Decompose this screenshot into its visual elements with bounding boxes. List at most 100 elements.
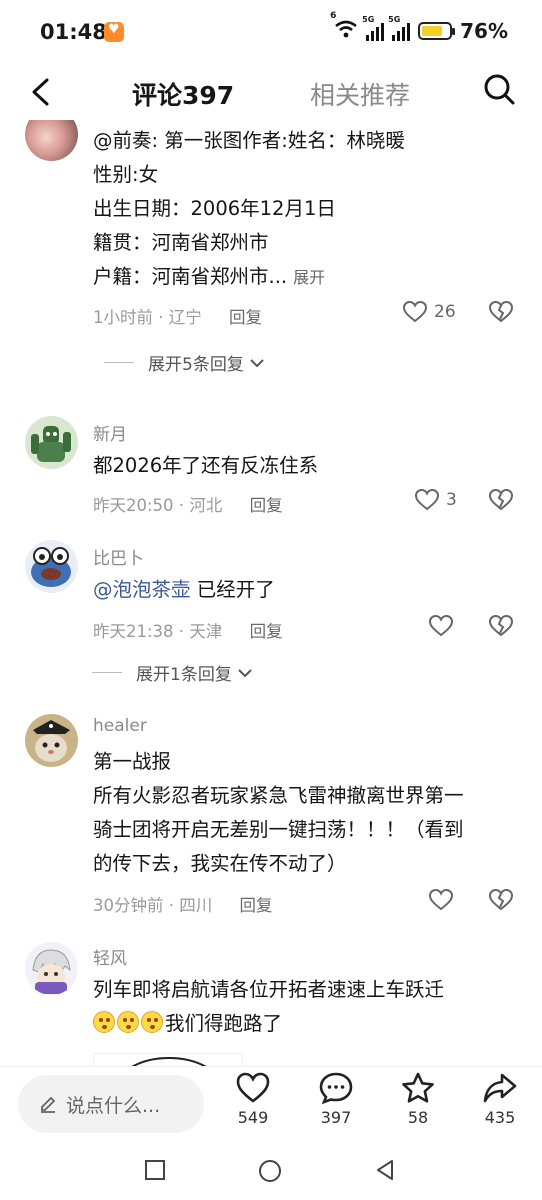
like-post-button[interactable]: 549 (223, 1071, 283, 1127)
star-icon (402, 1072, 434, 1103)
avatar-image (32, 949, 71, 994)
status-indicators: 6 5G 5G 76% (330, 11, 508, 43)
search-button[interactable] (480, 70, 520, 110)
recents-button[interactable] (144, 1159, 166, 1185)
comment-text: 第一战报 所有火影忍者玩家紧急飞雷神撤离世界第一 骑士团将开启无差别一键扫荡！！… (93, 745, 522, 881)
comment-input[interactable]: 说点什么... (18, 1075, 204, 1133)
heart-icon (414, 488, 440, 511)
search-icon (484, 74, 515, 105)
system-navigation-bar (0, 1142, 542, 1200)
tab-comments[interactable]: 评论397 (132, 76, 234, 112)
expand-replies-label: 展开1条回复 (136, 665, 232, 685)
comment-image[interactable] (93, 1053, 243, 1066)
comment-line: 我们得跑路了 (165, 1012, 283, 1035)
pencil-icon (41, 1096, 56, 1113)
flushed-emoji-icon (93, 1011, 115, 1033)
flushed-emoji-icon (141, 1011, 163, 1033)
comment-line: @前奏: 第一张图作者:姓名：林晓暖 (93, 129, 405, 152)
comment-line: 的传下去，我实在传不动了） (93, 852, 347, 875)
tab-related[interactable]: 相关推荐 (310, 76, 410, 112)
comment-item: 比巴卜 @泡泡茶壶 已经开了 昨天21:38 · 天津 回复 展开1条回复 (0, 538, 542, 708)
avatar-image (33, 720, 70, 762)
expand-text-button[interactable]: 展开 (293, 268, 325, 287)
avatar[interactable] (25, 120, 78, 161)
broken-heart-icon (488, 888, 514, 911)
home-button[interactable] (258, 1159, 282, 1187)
avatar[interactable] (25, 540, 78, 593)
reply-button[interactable]: 回复 (250, 496, 283, 515)
dislike-button[interactable] (488, 488, 514, 516)
comment-location: 四川 (179, 896, 213, 915)
comment-meta: 昨天21:38 · 天津 回复 (93, 622, 283, 641)
like-button[interactable]: 26 (402, 300, 456, 324)
comment-location: 河北 (189, 496, 223, 515)
broken-heart-icon (488, 300, 514, 323)
comment-line: 第一战报 (93, 750, 172, 773)
expand-replies-button[interactable]: 展开5条回复 (104, 350, 266, 375)
system-back-button[interactable] (374, 1159, 396, 1185)
username[interactable]: 比巴卜 (93, 544, 144, 569)
avatar-image (31, 426, 71, 462)
avatar[interactable] (25, 416, 78, 469)
comment-time: 30分钟前 (93, 896, 164, 915)
battery-percent: 76% (460, 19, 508, 43)
comment-time: 昨天20:50 (93, 496, 174, 515)
square-icon (145, 1160, 165, 1180)
comments-button[interactable]: 397 (306, 1071, 366, 1127)
like-button[interactable] (428, 614, 460, 638)
avatar[interactable] (25, 714, 78, 767)
like-count: 3 (446, 490, 457, 510)
broken-heart-icon (488, 488, 514, 511)
comment-meta: 昨天20:50 · 河北 回复 (93, 496, 283, 515)
like-button[interactable]: 3 (414, 488, 457, 512)
battery-icon (418, 22, 456, 40)
reply-button[interactable]: 回复 (229, 308, 262, 327)
post-share-count: 435 (484, 1108, 516, 1127)
comment-meta: 1小时前 · 辽宁 回复 (93, 308, 262, 327)
username[interactable]: 新月 (93, 420, 127, 445)
username[interactable]: 轻风 (93, 944, 127, 969)
comment-text: @泡泡茶壶 已经开了 (93, 573, 522, 607)
comment-line: 出生日期：2006年12月1日 (93, 197, 336, 220)
favorite-button[interactable]: 58 (388, 1071, 448, 1127)
dislike-button[interactable] (488, 888, 514, 916)
comment-location: 辽宁 (168, 308, 202, 327)
network-type-label: 5G (362, 15, 375, 24)
post-comment-count: 397 (320, 1108, 352, 1127)
comment-text: 列车即将启航请各位开拓者速速上车跃迁 我们得跑路了 (93, 973, 522, 1041)
like-button[interactable] (428, 888, 460, 912)
bottom-action-bar: 说点什么... 549 397 58 435 (0, 1066, 542, 1142)
comments-header: 评论397 相关推荐 (0, 66, 542, 120)
comment-item: 新月 都2026年了还有反冻住系 昨天20:50 · 河北 回复 3 (0, 414, 542, 534)
username[interactable]: healer (93, 716, 147, 736)
avatar[interactable] (25, 942, 78, 995)
comment-list[interactable]: @前奏: 第一张图作者:姓名：林晓暖 性别:女 出生日期：2006年12月1日 … (0, 120, 542, 1066)
flushed-emoji-icon (117, 1011, 139, 1033)
comment-location: 天津 (189, 622, 223, 641)
comment-item: @前奏: 第一张图作者:姓名：林晓暖 性别:女 出生日期：2006年12月1日 … (0, 120, 542, 398)
comment-line: 籍贯：河南省郑州市 (93, 231, 269, 254)
comment-line: 列车即将启航请各位开拓者速速上车跃迁 (93, 978, 445, 1001)
comment-line: 性别:女 (93, 163, 159, 186)
cellular-signal-icon: 5G (362, 15, 385, 41)
chevron-left-icon (32, 78, 49, 106)
comment-text: @前奏: 第一张图作者:姓名：林晓暖 性别:女 出生日期：2006年12月1日 … (93, 124, 522, 295)
status-time: 01:48 (40, 20, 107, 44)
network-type-label-2: 5G (388, 15, 401, 24)
wifi-icon: 6 (330, 11, 358, 43)
share-button[interactable]: 435 (470, 1071, 530, 1127)
image-preview (131, 1057, 207, 1066)
comment-line: 骑士团将开启无差别一键扫荡！！！（看到 (93, 818, 464, 841)
comment-body: 已经开了 (196, 578, 275, 601)
reply-button[interactable]: 回复 (250, 622, 283, 641)
mention-link[interactable]: @泡泡茶壶 (93, 578, 191, 601)
dislike-button[interactable] (488, 300, 514, 328)
comment-bubble-icon (319, 1072, 353, 1105)
post-like-count: 549 (237, 1108, 269, 1127)
app-notification-icon (104, 22, 124, 42)
circle-icon (259, 1160, 281, 1182)
dislike-button[interactable] (488, 614, 514, 642)
expand-replies-button[interactable]: 展开1条回复 (92, 660, 254, 685)
back-button[interactable] (22, 72, 62, 112)
reply-button[interactable]: 回复 (240, 896, 273, 915)
